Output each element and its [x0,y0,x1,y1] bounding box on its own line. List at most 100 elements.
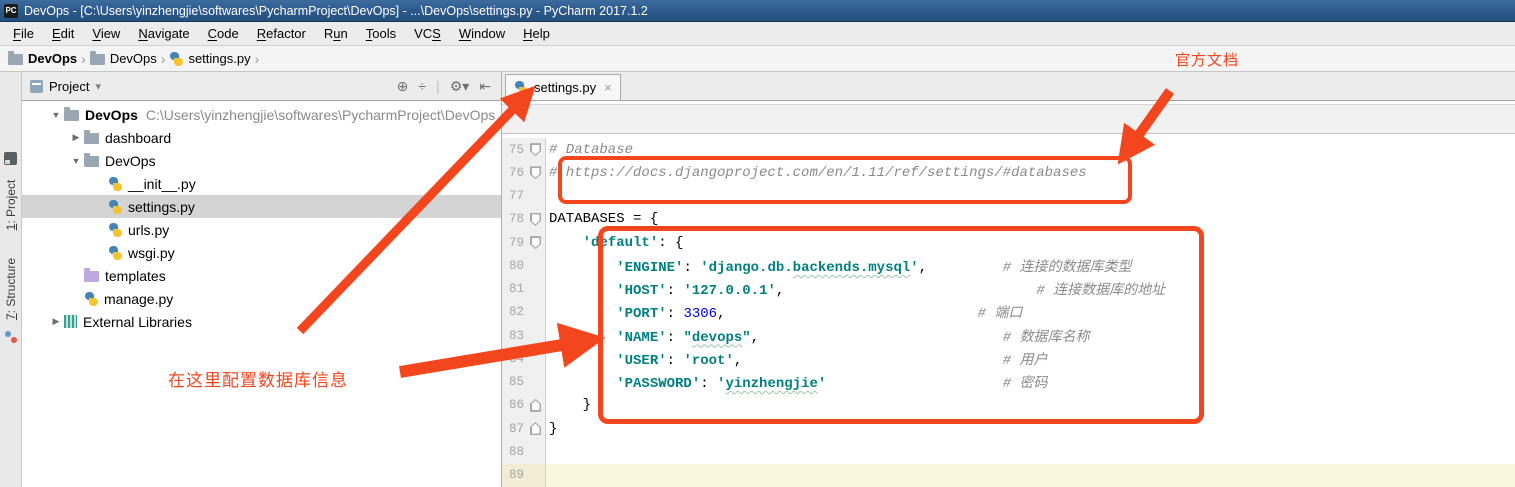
line-number: 85 [502,371,526,394]
expanded-arrow-icon[interactable]: ▼ [48,110,64,120]
fold-marker-icon[interactable] [530,166,541,179]
tree-item-label: manage.py [104,291,173,307]
tree-item-wsgi-py[interactable]: wsgi.py [22,241,501,264]
fold-marker-icon[interactable] [530,143,541,156]
locate-icon[interactable]: ⊕ [397,78,409,95]
tree-item-templates[interactable]: templates [22,264,501,287]
menu-view[interactable]: View [83,26,129,41]
collapsed-arrow-icon[interactable]: ▶ [68,132,84,143]
tree-item--init-py[interactable]: __init__.py [22,172,501,195]
tree-item-label: urls.py [128,222,169,238]
structure-tool-window-icon[interactable] [4,330,17,343]
folder-icon [84,133,99,144]
code-line-83[interactable]: 83 'NAME': "devops", # 数据库名称 [502,324,1515,347]
fold-marker-icon[interactable] [530,422,541,435]
code-line-89[interactable]: 89 [502,464,1515,487]
menu-help[interactable]: Help [514,26,559,41]
code-line-77[interactable]: 77 [502,185,1515,208]
menu-window[interactable]: Window [450,26,514,41]
menu-navigate[interactable]: Navigate [129,26,198,41]
menu-tools[interactable]: Tools [357,26,405,41]
expanded-arrow-icon[interactable]: ▼ [68,156,84,166]
code-line-86[interactable]: 86 } [502,394,1515,417]
code-text: 'USER': 'root', # 用户 [546,349,1048,369]
tree-item-settings-py[interactable]: settings.py [22,195,501,218]
project-panel-title[interactable]: Project [49,79,89,94]
hide-panel-icon[interactable]: ⇤ [479,78,491,95]
line-number: 81 [502,278,526,301]
code-area[interactable]: 75# Database76# https://docs.djangoproje… [502,138,1515,487]
line-number: 82 [502,301,526,324]
folder-icon [8,54,23,65]
tab-settings-py[interactable]: settings.py × [505,74,621,100]
code-line-88[interactable]: 88 [502,440,1515,463]
tree-item-dashboard[interactable]: ▶ dashboard [22,126,501,149]
collapse-all-icon[interactable]: ÷ [418,78,426,94]
line-number: 84 [502,347,526,370]
code-line-85[interactable]: 85 'PASSWORD': 'yinzhengjie' # 密码 [502,371,1515,394]
fold-marker-icon[interactable] [530,213,541,226]
menu-code[interactable]: Code [199,26,248,41]
separator: | [436,78,440,94]
breadcrumb-devops[interactable]: DevOps [8,51,77,66]
tree-item-urls-py[interactable]: urls.py [22,218,501,241]
tree-item-devops[interactable]: ▼DevOpsC:\Users\yinzhengjie\softwares\Py… [22,103,501,126]
python-file-icon [108,246,122,260]
collapsed-arrow-icon[interactable]: ▶ [48,316,64,327]
project-tool-window-icon[interactable] [4,152,17,165]
code-line-75[interactable]: 75# Database [502,138,1515,161]
window-title: DevOps - [C:\Users\yinzhengjie\softwares… [24,4,648,18]
chevron-down-icon[interactable]: ▾ [95,80,101,93]
project-root-path: C:\Users\yinzhengjie\softwares\PycharmPr… [146,107,495,123]
code-line-87[interactable]: 87} [502,417,1515,440]
tree-item-label: templates [105,268,166,284]
tree-item-label: wsgi.py [128,245,175,261]
tree-item-manage-py[interactable]: manage.py [22,287,501,310]
fold-marker-icon[interactable] [530,399,541,412]
code-line-76[interactable]: 76# https://docs.djangoproject.com/en/1.… [502,161,1515,184]
menu-run[interactable]: Run [315,26,357,41]
folder-icon [84,156,99,167]
tree-item-external-libraries[interactable]: ▶External Libraries [22,310,501,333]
tab-close-icon[interactable]: × [604,80,612,95]
navigation-bar: DevOps›DevOps›settings.py› [0,46,1515,72]
chevron-right-icon: › [255,51,260,67]
tool-window-button-structure[interactable]: 7: Structure [4,258,18,320]
menu-vcs[interactable]: VCS [405,26,450,41]
menu-file[interactable]: File [4,26,43,41]
fold-marker-icon[interactable] [530,236,541,249]
breadcrumb-settings-py[interactable]: settings.py [169,51,250,66]
code-line-81[interactable]: 81 'HOST': '127.0.0.1', # 连接数据库的地址 [502,278,1515,301]
python-file-icon [108,223,122,237]
title-bar[interactable]: PC DevOps - [C:\Users\yinzhengjie\softwa… [0,0,1515,22]
code-text: # https://docs.djangoproject.com/en/1.11… [546,165,1087,181]
python-file-icon [108,200,122,214]
tree-item-devops[interactable]: ▼ DevOps [22,149,501,172]
breadcrumb-devops[interactable]: DevOps [90,51,157,66]
editor-tab-bar: settings.py × [502,72,1515,101]
code-line-79[interactable]: 79 'default': { [502,231,1515,254]
editor: settings.py × 75# Database76# https://do… [502,72,1515,487]
pycharm-logo-icon: PC [4,4,18,18]
code-text: 'default': { [546,235,683,251]
tree-item-label: DevOps [105,153,156,169]
code-text: 'HOST': '127.0.0.1', # 连接数据库的地址 [546,279,1165,299]
code-text: } [546,421,557,437]
line-number: 86 [502,394,526,417]
project-panel-toolbar: ⊕ ÷ | ⚙▾ ⇤ [397,78,491,95]
code-line-78[interactable]: 78DATABASES = { [502,208,1515,231]
code-line-84[interactable]: 84 'USER': 'root', # 用户 [502,347,1515,370]
tree-item-label: dashboard [105,130,171,146]
code-line-82[interactable]: 82 'PORT': 3306, # 端口 [502,301,1515,324]
line-number: 77 [502,185,526,208]
code-line-80[interactable]: 80 'ENGINE': 'django.db.backends.mysql',… [502,254,1515,277]
menu-edit[interactable]: Edit [43,26,83,41]
editor-top-band [502,104,1515,134]
code-text: 'ENGINE': 'django.db.backends.mysql', # … [546,256,1132,276]
menu-refactor[interactable]: Refactor [248,26,315,41]
line-number: 83 [502,324,526,347]
chevron-right-icon: › [81,51,86,67]
line-number: 78 [502,208,526,231]
tool-window-button-project[interactable]: 1: Project [4,180,18,231]
gear-icon[interactable]: ⚙▾ [450,78,470,95]
